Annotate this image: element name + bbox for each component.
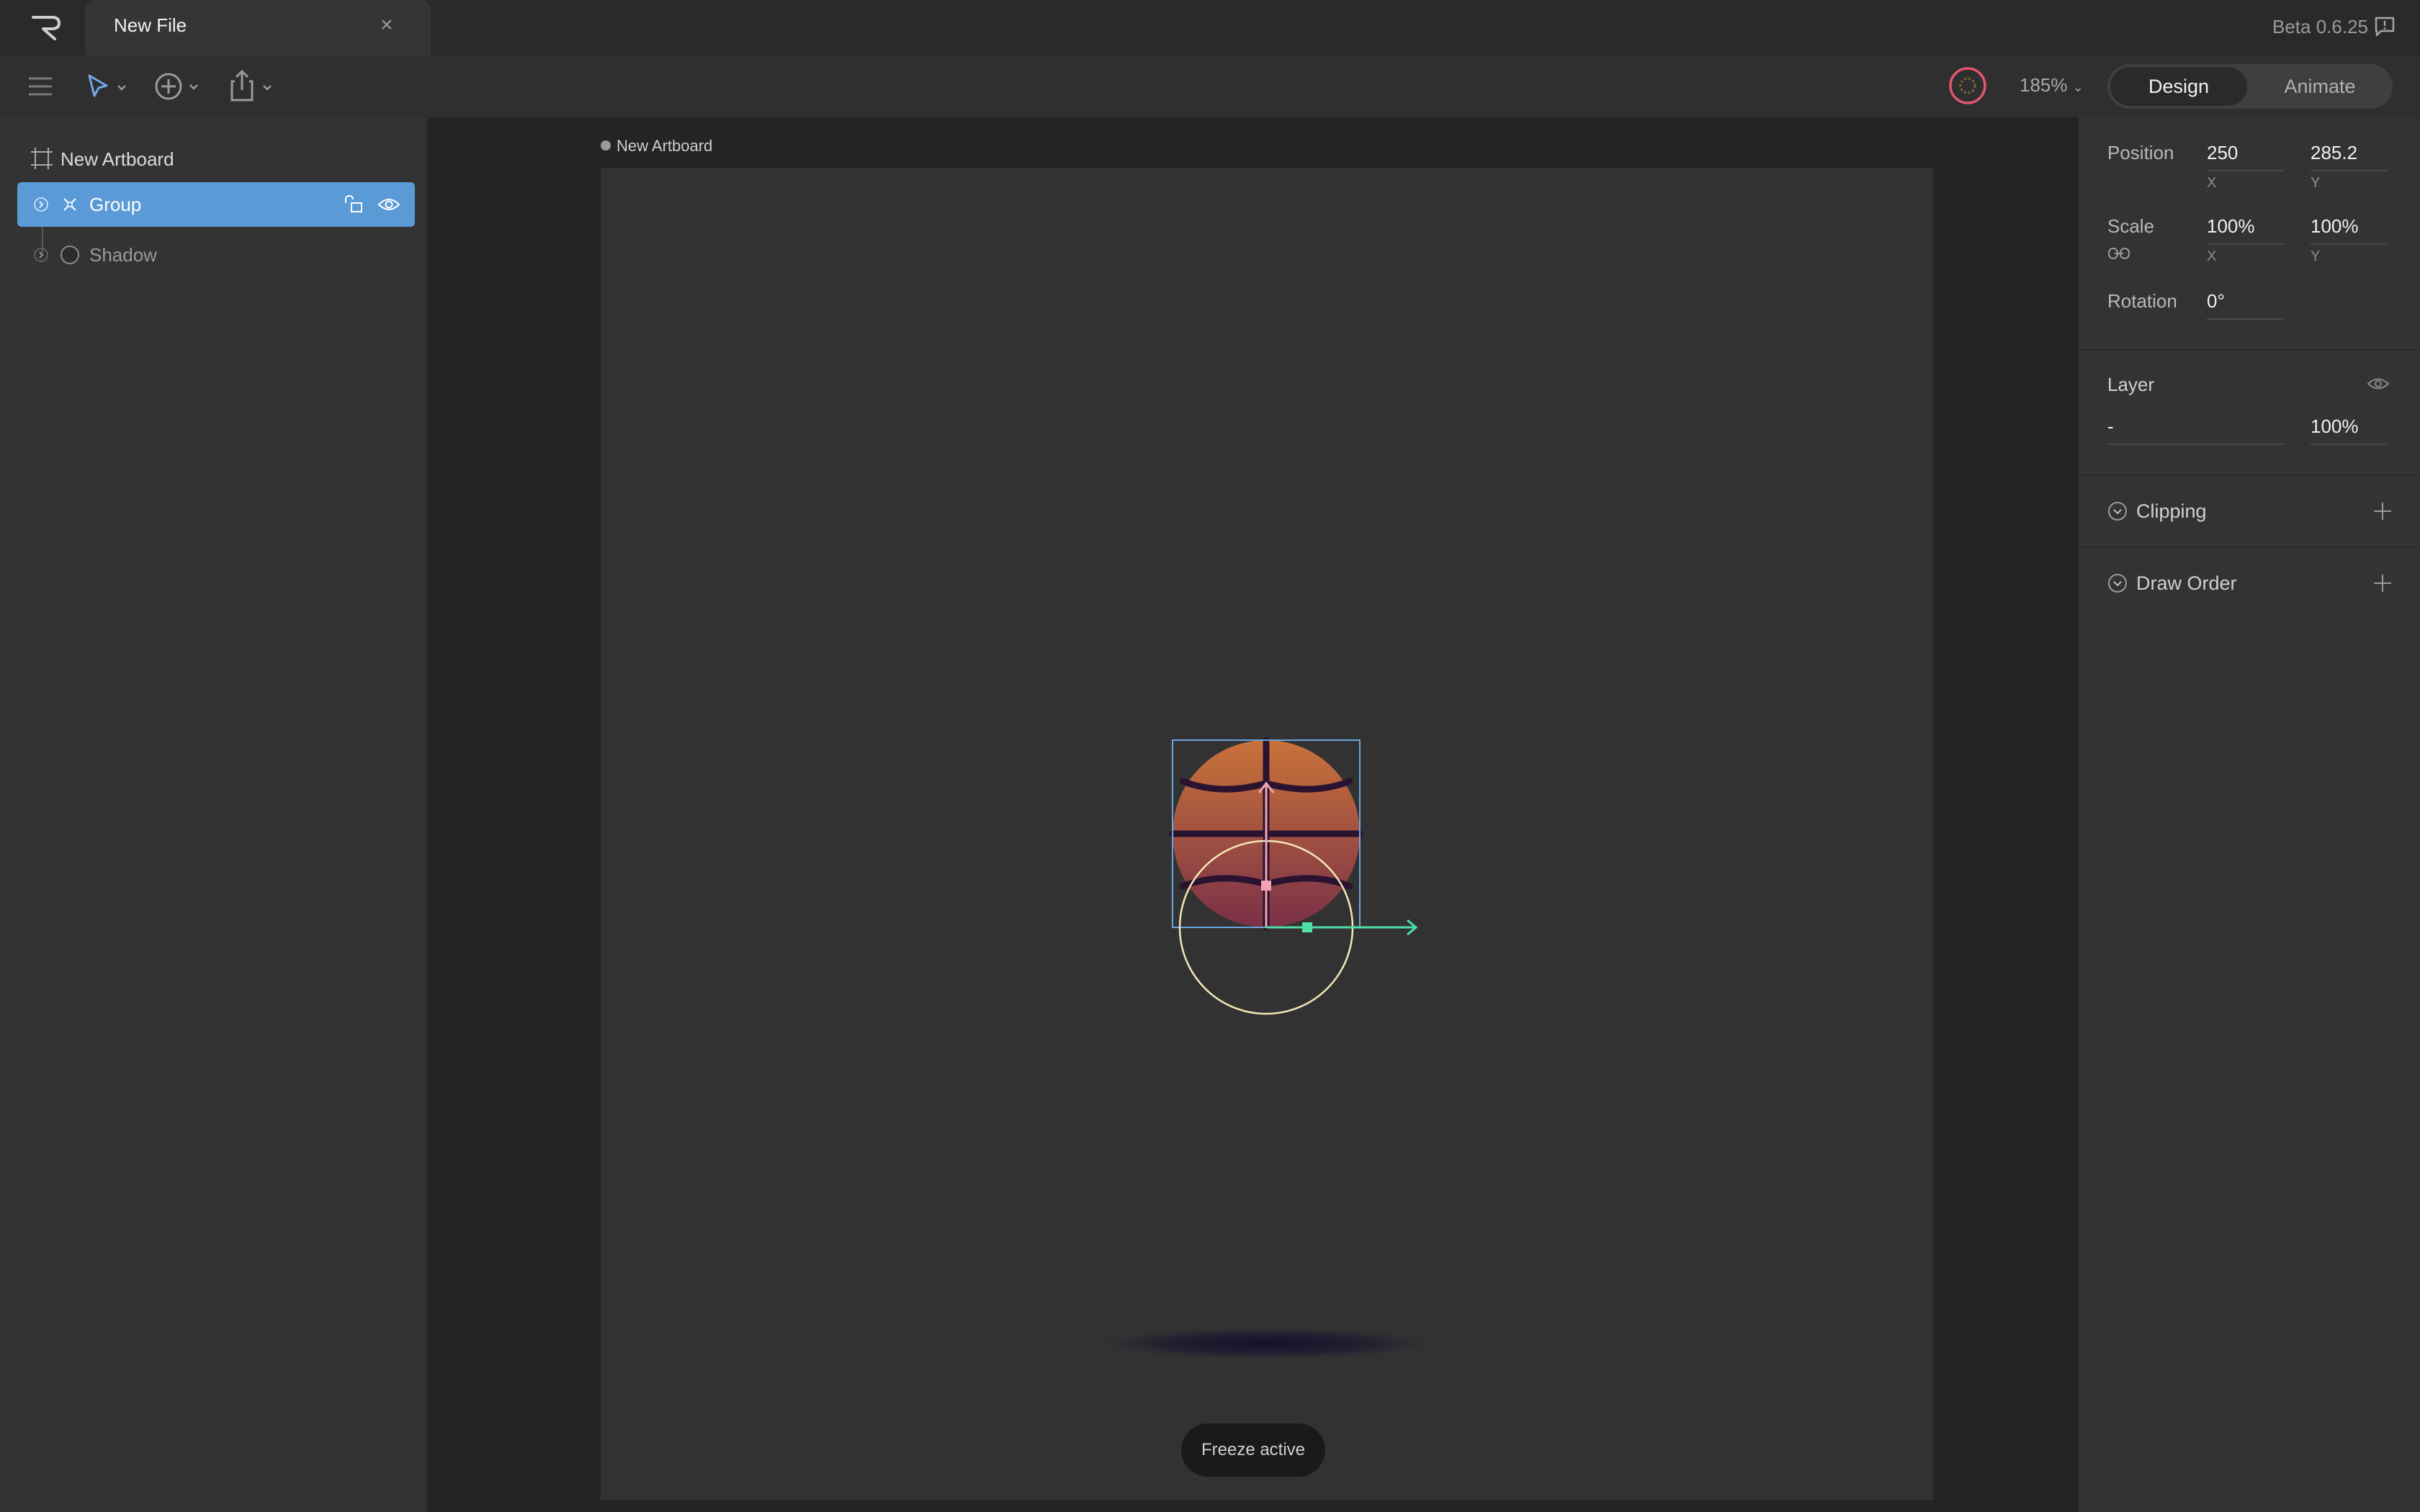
- hierarchy-item-shadow[interactable]: Shadow: [17, 233, 415, 277]
- shadow-ellipse[interactable]: [1086, 1326, 1446, 1361]
- rotation-label: Rotation: [2107, 290, 2177, 312]
- ellipse-icon: [60, 246, 79, 264]
- collapse-chevron-icon[interactable]: [2107, 501, 2128, 521]
- clipping-label: Clipping: [2136, 500, 2207, 522]
- scale-x-axis-label: X: [2207, 248, 2217, 264]
- properties-panel: Position 250 285.2 X Y Scale 100% 100% X…: [2079, 117, 2420, 1512]
- mode-toggle: Design Animate: [2107, 64, 2393, 109]
- file-tab[interactable]: New File ×: [85, 0, 431, 55]
- unlock-icon[interactable]: [343, 194, 364, 215]
- rotation-input[interactable]: 0°: [2207, 290, 2283, 320]
- select-tool-icon[interactable]: [85, 71, 130, 102]
- position-x-axis-label: X: [2207, 175, 2217, 191]
- record-status-icon[interactable]: [1948, 66, 1988, 106]
- position-x-input[interactable]: 250: [2207, 142, 2283, 171]
- y-scale-handle[interactable]: [1261, 881, 1271, 891]
- layer-visibility-eye-icon[interactable]: [2367, 375, 2390, 392]
- design-mode-button[interactable]: Design: [2110, 67, 2247, 106]
- position-y-input[interactable]: 285.2: [2311, 142, 2387, 171]
- export-icon[interactable]: [228, 67, 278, 104]
- link-scale-icon[interactable]: [2107, 246, 2130, 261]
- feedback-icon[interactable]: [2374, 16, 2396, 37]
- tab-title: New File: [114, 14, 187, 36]
- title-bar: New File × Beta 0.6.25: [0, 0, 2420, 55]
- artboard-dot-icon: [601, 140, 611, 150]
- position-label: Position: [2107, 142, 2174, 163]
- animate-mode-button[interactable]: Animate: [2251, 67, 2388, 106]
- zoom-value: 185%: [2020, 74, 2068, 96]
- group-label: Group: [89, 194, 142, 215]
- draw-order-label: Draw Order: [2136, 572, 2237, 594]
- hierarchy-artboard-row[interactable]: New Artboard: [30, 143, 419, 174]
- scale-label: Scale: [2107, 215, 2155, 237]
- add-clipping-icon[interactable]: [2372, 501, 2393, 521]
- artboard-label: New Artboard: [60, 148, 174, 170]
- scale-y-input[interactable]: 100%: [2311, 215, 2387, 245]
- blend-mode-select[interactable]: -: [2107, 415, 2285, 445]
- add-shape-icon[interactable]: [153, 69, 205, 104]
- section-divider: [2079, 546, 2420, 548]
- add-draw-order-icon[interactable]: [2372, 573, 2393, 593]
- scale-y-axis-label: Y: [2311, 248, 2321, 264]
- shadow-label: Shadow: [89, 244, 157, 266]
- hierarchy-panel: New Artboard Group Shadow: [0, 117, 429, 1512]
- visibility-eye-icon[interactable]: [377, 195, 400, 214]
- draw-order-section-header[interactable]: Draw Order: [2107, 567, 2396, 598]
- layer-opacity-input[interactable]: 100%: [2311, 415, 2387, 445]
- expand-chevron-icon[interactable]: [33, 197, 49, 212]
- rive-logo-icon[interactable]: [27, 13, 65, 43]
- zoom-level[interactable]: 185% ⌄: [2020, 74, 2084, 96]
- x-scale-handle[interactable]: [1302, 922, 1312, 932]
- clipping-section-header[interactable]: Clipping: [2107, 495, 2396, 526]
- freeze-active-toast[interactable]: Freeze active: [1181, 1423, 1325, 1477]
- toolbar: 185% ⌄ Design Animate: [0, 55, 2420, 117]
- collapse-chevron-icon[interactable]: [2107, 573, 2128, 593]
- expand-chevron-icon[interactable]: [33, 247, 49, 263]
- group-icon: [63, 198, 76, 211]
- artboard-scene: [1086, 737, 1446, 1361]
- artboard-name-text: New Artboard: [617, 137, 713, 155]
- close-tab-icon[interactable]: ×: [380, 13, 393, 37]
- artboard-canvas[interactable]: [601, 168, 1933, 1500]
- position-y-axis-label: Y: [2311, 175, 2321, 191]
- layer-label: Layer: [2107, 374, 2155, 395]
- artboard-name-label[interactable]: New Artboard: [601, 137, 712, 156]
- section-divider: [2079, 474, 2420, 476]
- hamburger-menu-icon[interactable]: [27, 75, 53, 98]
- section-divider: [2079, 349, 2420, 351]
- hierarchy-item-group[interactable]: Group: [17, 182, 415, 227]
- scale-x-input[interactable]: 100%: [2207, 215, 2283, 245]
- chevron-down-icon: ⌄: [2072, 80, 2084, 94]
- artboard-icon: [31, 148, 53, 169]
- version-label: Beta 0.6.25: [2272, 16, 2368, 37]
